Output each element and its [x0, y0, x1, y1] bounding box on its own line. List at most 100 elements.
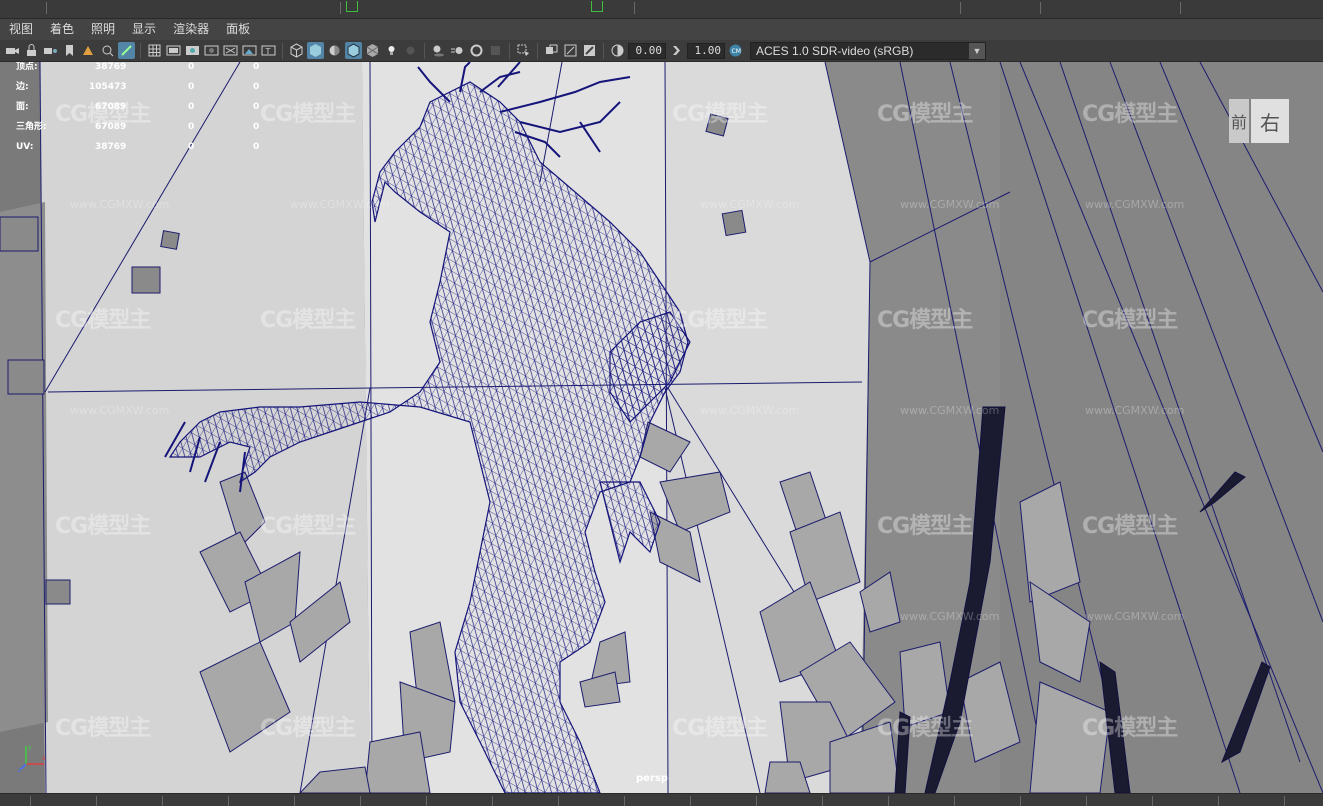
- hud-label: 边:: [16, 82, 29, 92]
- hud-value: 0: [188, 142, 195, 152]
- exposure-field[interactable]: 0.00: [628, 42, 666, 59]
- resolution-gate-icon[interactable]: [184, 42, 201, 59]
- safe-title-icon[interactable]: T: [260, 42, 277, 59]
- ambient-occlusion-icon[interactable]: [430, 42, 447, 59]
- gate-mask-icon[interactable]: [203, 42, 220, 59]
- menu-shading[interactable]: 着色: [41, 19, 82, 40]
- watermark-logo: CG模型主: [877, 102, 973, 127]
- scene-wireframe: [0, 62, 1323, 793]
- hud-value: 38769: [95, 62, 127, 72]
- watermark-logo: CG模型主: [55, 308, 151, 333]
- chevron-down-icon[interactable]: ▼: [969, 42, 985, 59]
- hud-value: 0: [188, 122, 195, 132]
- watermark-url: www.CGMXW.com: [1085, 198, 1185, 211]
- watermark-url: www.CGMXW.com: [900, 198, 1000, 211]
- axis-gizmo-icon: x y z: [18, 744, 46, 772]
- watermark-logo: CG模型主: [55, 514, 151, 539]
- watermark-logo: CG模型主: [1082, 716, 1178, 741]
- film-gate-icon[interactable]: [165, 42, 182, 59]
- view-cube[interactable]: 前 右: [1229, 93, 1289, 143]
- axis-y-label: y: [28, 744, 32, 751]
- watermark-logo: CG模型主: [672, 102, 768, 127]
- watermark-url: www.CGMXW.com: [700, 404, 800, 417]
- shadows-icon[interactable]: [402, 42, 419, 59]
- menu-renderer[interactable]: 渲染器: [164, 19, 217, 40]
- watermark-logo: CG模型主: [672, 716, 768, 741]
- xray-icon[interactable]: [543, 42, 560, 59]
- watermark-url: www.CGMXW.com: [70, 404, 170, 417]
- anti-aliasing-icon[interactable]: [468, 42, 485, 59]
- view-cube-front[interactable]: 前: [1229, 99, 1249, 143]
- watermark-url: www.CGMXW.com: [70, 198, 170, 211]
- xray-components-icon[interactable]: [581, 42, 598, 59]
- bookmark-icon[interactable]: [61, 42, 78, 59]
- hud-value: 0: [188, 102, 195, 112]
- menu-panels[interactable]: 面板: [217, 19, 258, 40]
- color-space-select[interactable]: ACES 1.0 SDR-video (sRGB) ▼: [750, 41, 986, 60]
- motion-blur-icon[interactable]: [449, 42, 466, 59]
- menu-lighting[interactable]: 照明: [82, 19, 123, 40]
- hud-value: 0: [253, 62, 260, 72]
- watermark-logo: CG模型主: [877, 514, 973, 539]
- hud-label: 三角形:: [16, 122, 47, 132]
- watermark-logo: CG模型主: [260, 308, 356, 333]
- gamma-icon[interactable]: [668, 42, 685, 59]
- camera-icon[interactable]: [4, 42, 21, 59]
- watermark-url: www.CGMXW.com: [700, 198, 800, 211]
- hud-row: 顶点: 38769 0 0: [16, 62, 276, 82]
- watermark-logo: CG模型主: [1082, 308, 1178, 333]
- menu-view[interactable]: 视图: [0, 19, 41, 40]
- textured-icon[interactable]: [364, 42, 381, 59]
- view-cube-right[interactable]: 右: [1251, 99, 1289, 143]
- perspective-viewport[interactable]: 顶点: 38769 0 0 边: 105473 0 0 面: 67089 0 0…: [0, 62, 1323, 793]
- image-plane-icon[interactable]: [80, 42, 97, 59]
- smooth-shade-icon[interactable]: [307, 42, 324, 59]
- watermark-url: www.CGMXW.com: [1085, 610, 1185, 623]
- xray-joints-icon[interactable]: [562, 42, 579, 59]
- watermark-logo: CG模型主: [877, 716, 973, 741]
- panel-toolbar: T 0.00 1.00 CM ACES 1.0 SDR-video (sRGB)…: [0, 40, 1323, 62]
- camera-attributes-icon[interactable]: [42, 42, 59, 59]
- hud-value: 0: [253, 122, 260, 132]
- watermark-url: www.CGMXW.com: [900, 610, 1000, 623]
- depth-of-field-icon[interactable]: [487, 42, 504, 59]
- wireframe-on-shaded-icon[interactable]: [345, 42, 362, 59]
- time-slider[interactable]: [0, 793, 1323, 806]
- hud-value: 38769: [95, 142, 127, 152]
- default-material-icon[interactable]: [326, 42, 343, 59]
- exposure-icon[interactable]: [609, 42, 626, 59]
- panel-menu-bar: 视图 着色 照明 显示 渲染器 面板: [0, 19, 1323, 40]
- watermark-logo: CG模型主: [260, 514, 356, 539]
- lock-camera-icon[interactable]: [23, 42, 40, 59]
- gamma-field[interactable]: 1.00: [687, 42, 725, 59]
- hud-value: 0: [253, 82, 260, 92]
- axis-x-label: x: [42, 755, 46, 762]
- color-space-value: ACES 1.0 SDR-video (sRGB): [756, 43, 914, 58]
- hud-label: 顶点:: [16, 62, 38, 72]
- hud-value: 0: [188, 62, 195, 72]
- top-strip: [0, 0, 1323, 19]
- safe-action-icon[interactable]: [241, 42, 258, 59]
- watermark-logo: CG模型主: [1082, 102, 1178, 127]
- grid-icon[interactable]: [146, 42, 163, 59]
- field-chart-icon[interactable]: [222, 42, 239, 59]
- watermark-url: www.CGMXW.com: [1085, 404, 1185, 417]
- menu-show[interactable]: 显示: [123, 19, 164, 40]
- grease-pencil-icon[interactable]: [118, 42, 135, 59]
- watermark-url: www.CGMXW.com: [290, 198, 390, 211]
- isolate-select-icon[interactable]: [515, 42, 532, 59]
- watermark-url: www.CGMXW.com: [900, 404, 1000, 417]
- watermark-logo: CG模型主: [1082, 514, 1178, 539]
- hud-value: 0: [253, 142, 260, 152]
- watermark-logo: CG模型主: [55, 102, 151, 127]
- watermark-logo: CG模型主: [672, 308, 768, 333]
- two-d-pan-zoom-icon[interactable]: [99, 42, 116, 59]
- lights-icon[interactable]: [383, 42, 400, 59]
- svg-text:CM: CM: [732, 48, 741, 55]
- watermark-logo: CG模型主: [55, 716, 151, 741]
- hud-value: 105473: [89, 82, 127, 92]
- hud-label: UV:: [16, 142, 34, 152]
- wireframe-icon[interactable]: [288, 42, 305, 59]
- color-management-icon[interactable]: CM: [727, 42, 744, 59]
- watermark-logo: CG模型主: [877, 308, 973, 333]
